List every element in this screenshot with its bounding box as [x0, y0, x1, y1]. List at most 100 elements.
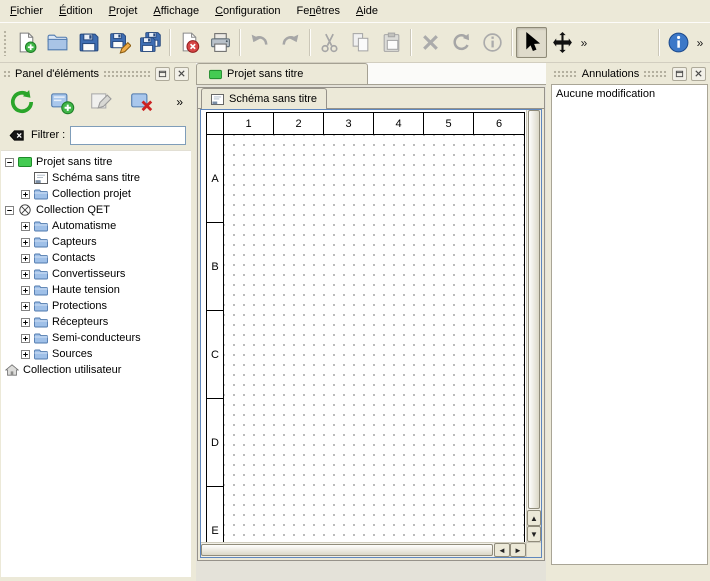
save-icon — [77, 31, 100, 54]
tree-item-sources[interactable]: Sources — [1, 346, 191, 362]
toolbar-separator — [239, 29, 241, 56]
tree-item-collection-qet[interactable]: Collection QET — [1, 202, 191, 218]
collapse-expander-icon[interactable] — [5, 206, 14, 215]
pan-mode-button[interactable] — [547, 27, 578, 58]
diagram-icon — [211, 94, 224, 105]
expand-expander-icon[interactable] — [21, 254, 30, 263]
panel-toolbar-overflow-button[interactable]: » — [176, 95, 183, 109]
select-mode-button[interactable] — [516, 27, 547, 58]
float-panel-button[interactable] — [672, 67, 687, 81]
vertical-scrollbar[interactable]: ▲ ▼ — [526, 110, 541, 542]
tree-item-protections[interactable]: Protections — [1, 298, 191, 314]
tree-item-schema-sans-titre[interactable]: Schéma sans titre — [1, 170, 191, 186]
scroll-up-button[interactable]: ▲ — [527, 510, 541, 526]
main-toolbar: » » — [0, 22, 710, 63]
expand-expander-icon[interactable] — [21, 286, 30, 295]
column-header: 3 — [324, 113, 374, 134]
tree-item-capteurs[interactable]: Capteurs — [1, 234, 191, 250]
diagram-canvas[interactable]: 1 2 3 4 5 6 A B — [201, 110, 526, 542]
elements-panel: Panel d'éléments » Filtrer : — [0, 63, 193, 581]
menu-aide[interactable]: Aide — [348, 0, 386, 22]
folder-icon — [34, 188, 48, 200]
elements-panel-title: Panel d'éléments — [15, 68, 99, 80]
dock-grip[interactable] — [643, 70, 668, 77]
about-toolbar-overflow-button[interactable]: » — [694, 36, 706, 50]
menu-projet[interactable]: Projet — [101, 0, 146, 22]
toolbar-overflow-button[interactable]: » — [578, 36, 590, 50]
horizontal-scrollbar-thumb[interactable] — [201, 544, 493, 556]
close-file-button[interactable] — [174, 27, 205, 58]
expand-expander-icon[interactable] — [21, 190, 30, 199]
menu-configuration[interactable]: Configuration — [207, 0, 288, 22]
scroll-right-button[interactable]: ► — [510, 543, 526, 557]
scroll-left-button[interactable]: ◄ — [494, 543, 510, 557]
filter-input[interactable] — [70, 126, 186, 145]
tree-item-collection-projet[interactable]: Collection projet — [1, 186, 191, 202]
tree-item-collection-utilisateur[interactable]: Collection utilisateur — [1, 362, 191, 378]
tree-item-convertisseurs[interactable]: Convertisseurs — [1, 266, 191, 282]
scroll-down-button[interactable]: ▼ — [527, 526, 541, 542]
save-as-button[interactable] — [104, 27, 135, 58]
save-button[interactable] — [73, 27, 104, 58]
tree-item-contacts[interactable]: Contacts — [1, 250, 191, 266]
column-header: 6 — [474, 113, 524, 134]
print-button[interactable] — [205, 27, 236, 58]
row-header: E — [207, 487, 223, 542]
tree-item-projet-sans-titre[interactable]: Projet sans titre — [1, 154, 191, 170]
expand-expander-icon[interactable] — [21, 270, 30, 279]
clear-filter-button[interactable] — [6, 125, 26, 145]
tree-item-automatisme[interactable]: Automatisme — [1, 218, 191, 234]
expand-expander-icon[interactable] — [21, 222, 30, 231]
paste-button[interactable] — [376, 27, 407, 58]
tabbar-empty-area — [368, 63, 546, 84]
toolbar-grip[interactable] — [3, 30, 7, 56]
rotate-button[interactable] — [446, 27, 477, 58]
rotate-icon — [450, 31, 473, 54]
undo-history-list[interactable]: Aucune modification — [551, 84, 708, 565]
dock-grip[interactable] — [3, 70, 11, 77]
horizontal-scrollbar[interactable]: ◄ ► — [201, 542, 526, 557]
redo-button[interactable] — [275, 27, 306, 58]
expand-expander-icon[interactable] — [21, 238, 30, 247]
edit-element-icon — [89, 89, 115, 115]
collapse-expander-icon[interactable] — [5, 158, 14, 167]
menu-fichier[interactable]: Fichier — [2, 0, 51, 22]
paste-icon — [380, 31, 403, 54]
diagram-grid[interactable] — [224, 135, 524, 542]
element-infos-button[interactable] — [477, 27, 508, 58]
about-button[interactable] — [663, 27, 694, 58]
tree-item-haute-tension[interactable]: Haute tension — [1, 282, 191, 298]
undo-panel: Annulations Aucune modification — [549, 63, 710, 581]
tab-diagram[interactable]: Schéma sans titre — [201, 88, 327, 109]
expand-expander-icon[interactable] — [21, 350, 30, 359]
vertical-scrollbar-thumb[interactable] — [528, 110, 540, 509]
expand-expander-icon[interactable] — [21, 302, 30, 311]
expand-expander-icon[interactable] — [21, 318, 30, 327]
folder-icon — [34, 316, 48, 328]
new-file-button[interactable] — [11, 27, 42, 58]
close-panel-button[interactable] — [691, 67, 706, 81]
save-all-button[interactable] — [135, 27, 166, 58]
folder-icon — [34, 252, 48, 264]
delete-button[interactable] — [415, 27, 446, 58]
menu-edition[interactable]: Édition — [51, 0, 101, 22]
project-icon — [18, 156, 32, 168]
cut-button[interactable] — [314, 27, 345, 58]
delete-element-button[interactable] — [127, 87, 157, 117]
new-element-button[interactable] — [47, 87, 77, 117]
menu-fenetres[interactable]: Fenêtres — [289, 0, 348, 22]
menu-affichage[interactable]: Affichage — [145, 0, 207, 22]
tree-item-semi-conducteurs[interactable]: Semi-conducteurs — [1, 330, 191, 346]
reload-collections-button[interactable] — [7, 87, 37, 117]
expand-expander-icon[interactable] — [21, 334, 30, 343]
copy-button[interactable] — [345, 27, 376, 58]
tab-project[interactable]: Projet sans titre — [196, 63, 368, 84]
close-panel-button[interactable] — [174, 67, 189, 81]
dock-grip[interactable] — [103, 70, 151, 77]
edit-element-button[interactable] — [87, 87, 117, 117]
float-panel-button[interactable] — [155, 67, 170, 81]
open-file-button[interactable] — [42, 27, 73, 58]
dock-grip[interactable] — [553, 70, 578, 77]
undo-button[interactable] — [244, 27, 275, 58]
tree-item-recepteurs[interactable]: Récepteurs — [1, 314, 191, 330]
